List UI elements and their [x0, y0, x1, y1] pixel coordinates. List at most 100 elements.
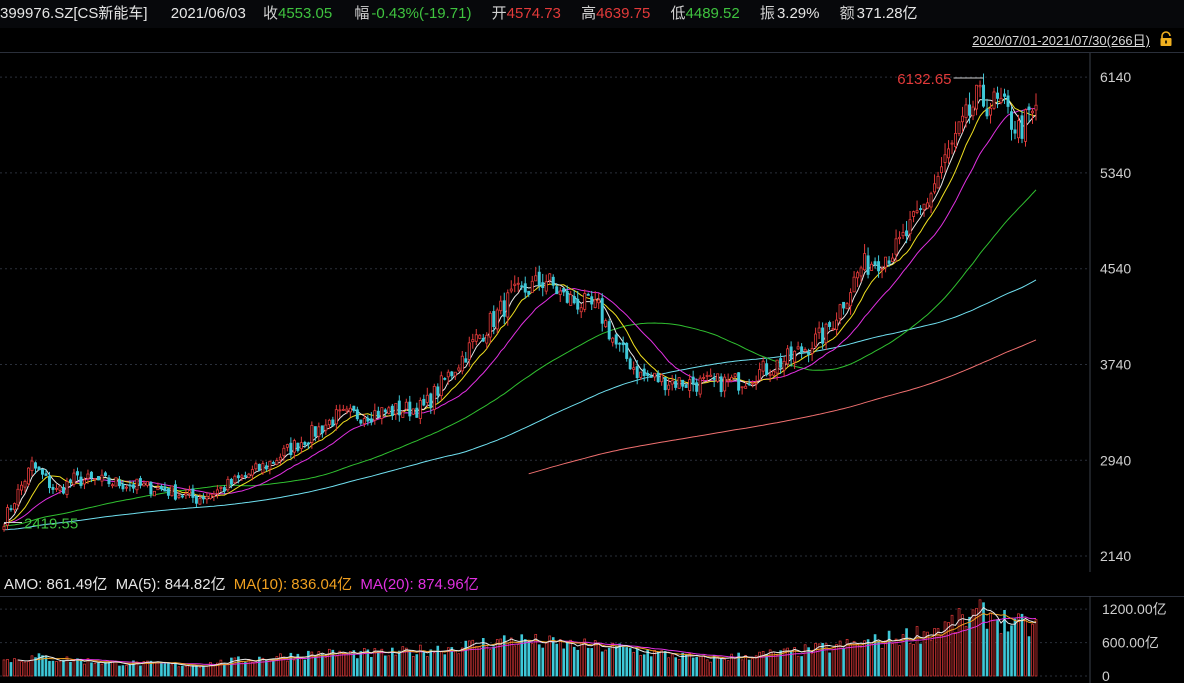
candle-body: [950, 142, 954, 145]
candle-body: [936, 175, 940, 189]
volume-bar: [646, 649, 650, 677]
candle-body: [366, 417, 370, 422]
open-label: 开: [491, 5, 507, 22]
price-chart[interactable]: 6132.65 2419.55 2140 2940 3740 4540 5340 6140: [0, 52, 1184, 572]
volume-bar: [314, 656, 317, 677]
volume-bar: [523, 639, 527, 677]
volume-bar: [79, 659, 83, 677]
candle-body: [814, 333, 818, 347]
candle-body: [82, 479, 86, 485]
candle-body: [824, 323, 828, 343]
volume-bars: [2, 599, 1038, 677]
candle-body: [898, 236, 902, 240]
candle-body: [579, 307, 583, 313]
vol-ma5-value: MA(5): 844.82亿: [115, 576, 226, 593]
candle-body: [142, 482, 146, 487]
candle-body: [184, 492, 188, 496]
candle-body: [835, 319, 839, 330]
candle-body: [1034, 104, 1038, 111]
candle-body: [467, 342, 471, 360]
candle-body: [34, 462, 37, 469]
candle-body: [191, 488, 195, 498]
volume-bar: [356, 658, 359, 677]
candle-body: [849, 292, 853, 307]
candle-body: [229, 478, 233, 485]
candle-body: [572, 295, 576, 304]
candle-body: [1006, 95, 1010, 107]
volume-bar: [485, 645, 489, 677]
candle-body: [233, 475, 237, 484]
high-field: 高4639.75: [581, 5, 655, 22]
volume-bar: [153, 661, 156, 677]
candle-body: [474, 334, 478, 342]
volume-bar: [807, 647, 810, 677]
candle-body: [856, 272, 860, 279]
lock-icon[interactable]: [1158, 31, 1174, 47]
candle-body: [387, 407, 391, 414]
index-code[interactable]: 399976.SZ[CS新能车]: [0, 5, 148, 22]
volume-bar: [831, 647, 835, 677]
candle-body: [268, 460, 272, 470]
candle-body: [796, 346, 800, 350]
high-label: 高: [581, 5, 597, 22]
candle-body: [422, 398, 426, 406]
candle-body: [576, 298, 580, 310]
open-value: 4574.73: [506, 5, 561, 22]
volume-bar: [226, 663, 230, 677]
volume-bar: [663, 650, 667, 677]
candle-body: [593, 299, 597, 308]
volume-bar: [954, 631, 957, 677]
volume-bar: [1024, 618, 1027, 677]
volume-bar: [408, 649, 412, 677]
candle-body: [222, 487, 226, 492]
volume-bar: [125, 664, 128, 677]
ma20-line: [3, 108, 1036, 525]
volume-bar: [695, 656, 698, 677]
volume-bar: [894, 638, 898, 677]
volume-bar: [219, 659, 223, 677]
volume-bar: [1031, 623, 1034, 677]
volume-bar: [65, 656, 69, 677]
candle-body: [534, 275, 538, 282]
price-grid: [0, 52, 1184, 572]
volume-bar: [384, 655, 387, 677]
candle-body: [306, 442, 310, 445]
volume-bar: [415, 654, 419, 677]
volume-bar: [887, 630, 891, 677]
candle-body: [817, 327, 821, 334]
volume-bar: [590, 648, 594, 677]
candle-body: [75, 471, 79, 476]
high-value: 4639.75: [596, 5, 651, 22]
candle-body: [866, 255, 870, 275]
volume-bar: [13, 658, 16, 677]
volume-bar: [307, 650, 310, 677]
volume-bar: [649, 656, 653, 677]
volume-bar: [541, 647, 545, 677]
candle-body: [821, 327, 825, 344]
candle-body: [712, 377, 716, 380]
volume-bar: [293, 659, 296, 677]
candle-body: [681, 379, 685, 387]
candle-body: [145, 481, 149, 486]
volume-bar: [576, 649, 580, 677]
volume-bar: [667, 657, 670, 677]
candle-body: [691, 376, 695, 385]
volume-bar: [506, 642, 510, 677]
amt-field: 额 371.28亿: [840, 5, 923, 22]
candle-body: [446, 371, 450, 378]
candle-body: [887, 260, 891, 264]
volume-bar: [261, 657, 265, 677]
candle-body: [656, 372, 660, 383]
volume-bar: [377, 651, 380, 677]
candle-body: [243, 475, 247, 477]
volume-bar: [898, 645, 901, 677]
volume-bar: [90, 662, 93, 677]
candle-body: [625, 342, 629, 359]
date-range-selector[interactable]: 2020/07/01-2021/07/30(266日): [972, 30, 1150, 49]
volume-bar: [936, 628, 940, 677]
volume-chart[interactable]: 0 600.00亿 1200.00亿: [0, 596, 1184, 683]
candle-body: [121, 483, 125, 490]
candle-body: [240, 475, 244, 478]
volume-bar: [429, 649, 433, 677]
candle-body: [992, 91, 996, 109]
